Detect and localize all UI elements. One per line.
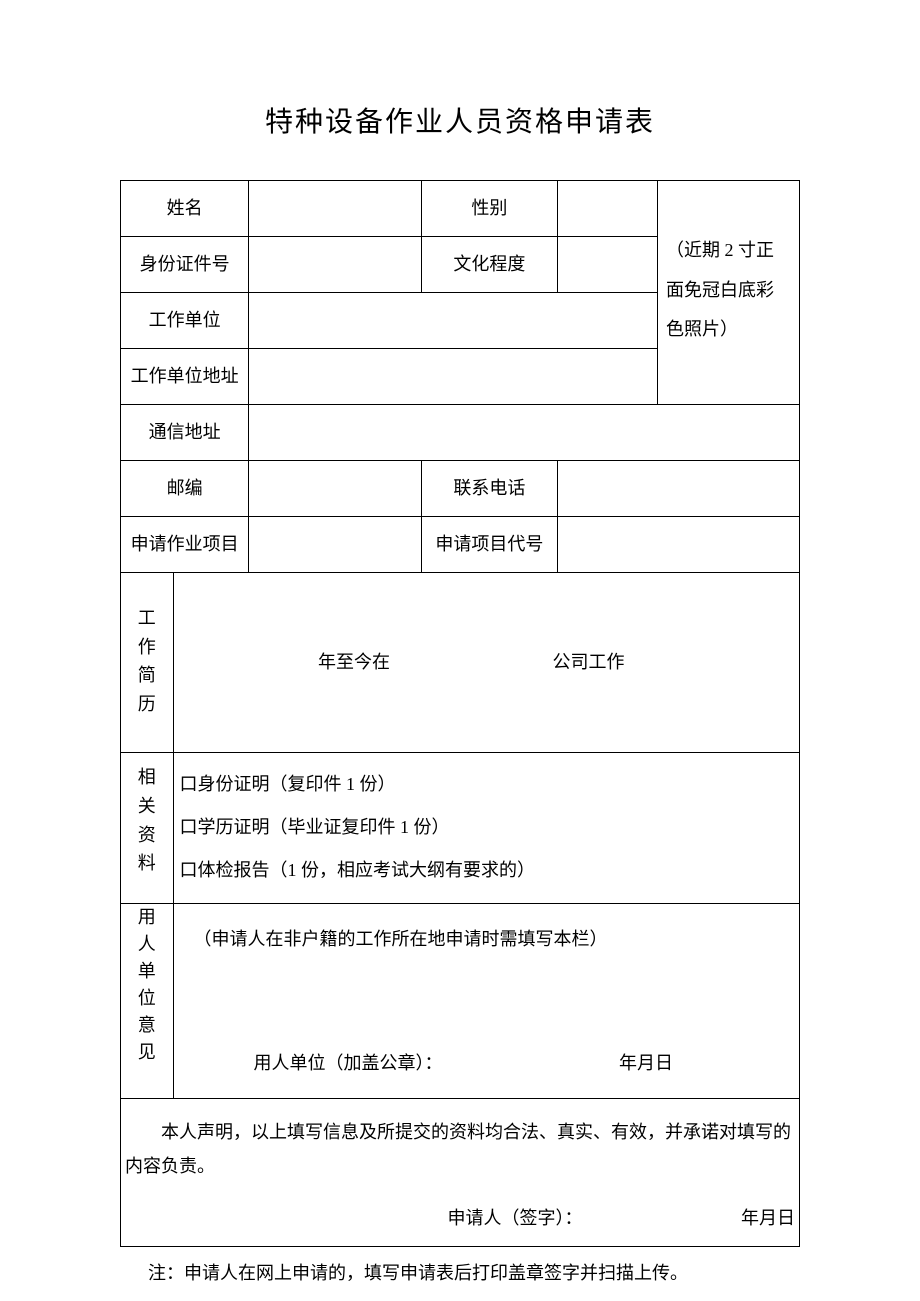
field-postcode[interactable]: [249, 461, 421, 517]
field-work-unit[interactable]: [249, 293, 658, 349]
label-work-unit: 工作单位: [121, 293, 249, 349]
label-resume: 工作简历: [121, 573, 174, 753]
field-employer-opinion[interactable]: （申请人在非户籍的工作所在地申请时需填写本栏） 用人单位（加盖公章）： 年月日: [173, 903, 799, 1098]
field-materials: 口身份证明（复印件 1 份） 口学历证明（毕业证复印件 1 份） 口体检报告（1…: [173, 753, 799, 904]
material-item-3[interactable]: 口体检报告（1 份，相应考试大纲有要求的）: [180, 849, 793, 892]
field-name[interactable]: [249, 181, 421, 237]
field-work-unit-addr[interactable]: [249, 349, 658, 405]
label-materials: 相关资料: [121, 753, 174, 904]
field-gender[interactable]: [558, 181, 658, 237]
field-apply-code[interactable]: [558, 517, 800, 573]
label-name: 姓名: [121, 181, 249, 237]
field-education[interactable]: [558, 237, 658, 293]
material-item-2[interactable]: 口学历证明（毕业证复印件 1 份）: [180, 806, 793, 849]
declaration-date-label: 年月日: [709, 1201, 799, 1235]
resume-text-after: 公司工作: [459, 645, 719, 679]
employer-seal-label: 用人单位（加盖公章）：: [194, 1046, 619, 1080]
page-title: 特种设备作业人员资格申请表: [120, 100, 800, 140]
field-id-no[interactable]: [249, 237, 421, 293]
field-phone[interactable]: [558, 461, 800, 517]
label-education: 文化程度: [421, 237, 558, 293]
photo-hint: （近期 2 寸正面免冠白底彩色照片）: [666, 240, 774, 339]
footnote: 注：申请人在网上申请的，填写申请表后打印盖章签字并扫描上传。: [120, 1257, 800, 1289]
field-mail-addr[interactable]: [249, 405, 800, 461]
declaration-text: 本人声明，以上填写信息及所提交的资料均合法、真实、有效，并承诺对填写的内容负责。: [121, 1115, 799, 1183]
employer-note: （申请人在非户籍的工作所在地申请时需填写本栏）: [194, 922, 779, 956]
label-apply-item: 申请作业项目: [121, 517, 249, 573]
field-apply-item[interactable]: [249, 517, 421, 573]
photo-box[interactable]: （近期 2 寸正面免冠白底彩色照片）: [658, 181, 800, 405]
label-work-unit-addr: 工作单位地址: [121, 349, 249, 405]
label-apply-code: 申请项目代号: [421, 517, 558, 573]
material-item-1[interactable]: 口身份证明（复印件 1 份）: [180, 763, 793, 806]
label-id-no: 身份证件号: [121, 237, 249, 293]
declaration-cell: 本人声明，以上填写信息及所提交的资料均合法、真实、有效，并承诺对填写的内容负责。…: [121, 1098, 800, 1246]
label-phone: 联系电话: [421, 461, 558, 517]
resume-text-before: 年至今在: [254, 645, 454, 679]
label-mail-addr: 通信地址: [121, 405, 249, 461]
application-form-table: 姓名 性别 （近期 2 寸正面免冠白底彩色照片） 身份证件号 文化程度 工作单位…: [120, 180, 800, 1247]
label-employer-opinion: 用人单位意见: [121, 903, 174, 1098]
label-postcode: 邮编: [121, 461, 249, 517]
field-resume[interactable]: 年至今在 公司工作: [173, 573, 799, 753]
label-gender: 性别: [421, 181, 558, 237]
applicant-sign-label: 申请人（签字）：: [121, 1201, 709, 1235]
employer-date-label: 年月日: [619, 1046, 779, 1080]
